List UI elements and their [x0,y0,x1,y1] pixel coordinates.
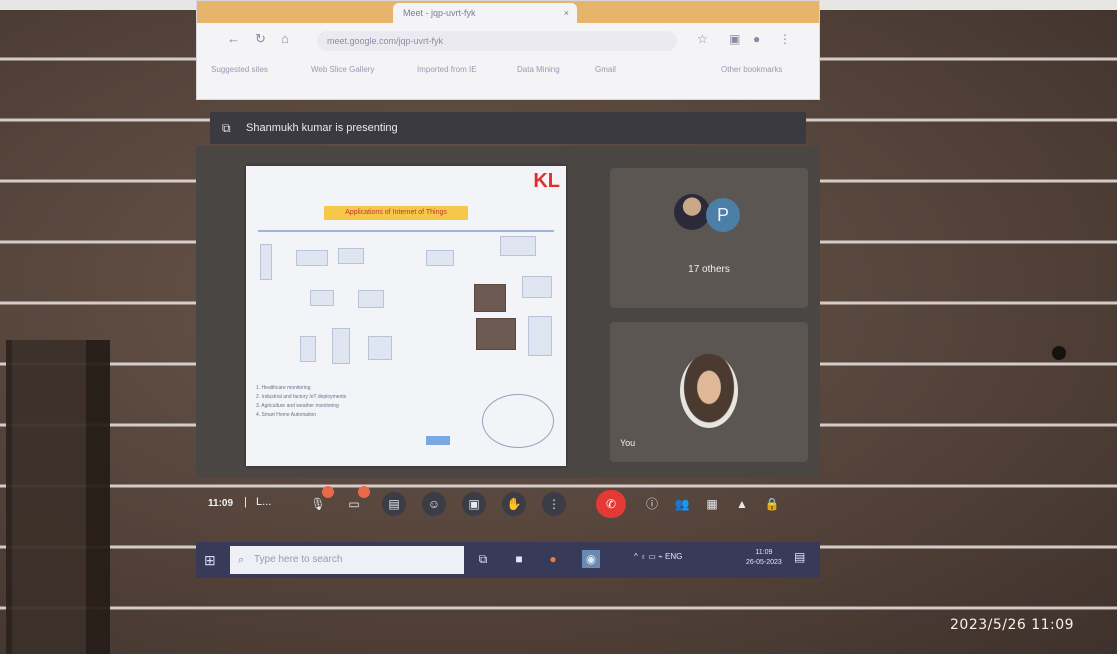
bullet-item: 1. Healthcare monitoring [256,385,311,391]
diagram-laptop [368,336,392,360]
avatar-letter: P [706,198,740,232]
self-label: You [620,438,636,448]
bookmarks-bar: Suggested sites Web Slice Gallery Import… [211,65,811,83]
slide-oval [482,394,554,448]
windows-start-icon[interactable]: ⊞ [204,552,220,568]
diagram-board [358,290,384,308]
meeting-clock: 11:09 [208,498,234,509]
cabinet [6,340,110,654]
diagram-device [260,244,272,280]
activities-icon[interactable]: ▲ [730,492,754,516]
profile-icon[interactable]: ● [753,32,760,46]
diagram-monitor [476,318,516,350]
self-tile[interactable]: You [610,322,808,462]
refresh-icon[interactable]: ↻ [255,31,266,47]
raise-hand-icon[interactable]: ✋ [502,492,526,516]
presentation-icon: ⧉ [222,121,231,135]
bookmark-item[interactable]: Data Mining [517,65,560,74]
participants-tile[interactable]: P 17 others [610,168,808,308]
bullet-item: 3. Agriculture and weather monitoring [256,403,339,409]
alert-badge [322,486,334,498]
avatar [674,194,710,230]
browser-window: Meet - jqp-uvrt-fyk × ← ↻ ⌂ meet.google.… [196,0,820,100]
back-icon[interactable]: ← [227,31,240,46]
alert-badge [358,486,370,498]
photo-timestamp: 2023/5/26 11:09 [950,617,1075,633]
notification-icon[interactable]: ▤ [794,550,805,564]
bullet-item: 4. Smart Home Automation [256,412,317,418]
present-button[interactable]: ▣ [462,492,486,516]
diagram-sensor [500,236,536,256]
slide-title: Applications of Internet of Things [324,206,468,220]
diagram-chart [522,276,552,298]
slide-bullets: 1. Healthcare monitoring 2. Industrial a… [256,384,456,420]
captions-button[interactable]: ▤ [382,492,406,516]
taskbar-search-input[interactable]: ⌕ Type here to search [230,546,464,574]
chrome-icon[interactable]: ◉ [582,550,600,568]
home-icon[interactable]: ⌂ [281,31,289,46]
bookmark-item[interactable]: Gmail [595,65,616,74]
windows-taskbar: ⊞ ⌕ Type here to search ⧉ ■ ● ◉ ^ ♁ ▭ ⌁ … [196,542,820,578]
meeting-code: L... [256,496,272,508]
tab-meet[interactable]: Meet - jqp-uvrt-fyk × [393,3,577,23]
taskbar-date: 26-05-2023 [746,559,782,566]
task-view-icon[interactable]: ⧉ [474,550,492,568]
tab-title: Meet - jqp-uvrt-fyk [403,8,476,18]
diagram-photo [474,284,506,312]
meeting-stage: KL Applications of Internet of Things 1.… [196,146,820,478]
diagram-unit [332,328,350,364]
diagram-module [338,248,364,264]
camera-off-button[interactable]: ▭ [342,486,370,516]
diagram-module [296,250,328,266]
diagram-module [426,250,454,266]
diagram-panel [528,316,552,356]
taskbar-clock[interactable]: 11:09 26-05-2023 [746,548,782,568]
leave-call-button[interactable]: ✆ [596,490,626,518]
presenting-banner: ⧉ Shanmukh kumar is presenting [210,112,806,144]
diagram-phone [300,336,316,362]
host-controls-icon[interactable]: 🔒 [760,492,784,516]
camera-icon[interactable]: ▣ [729,32,740,46]
extension-icon[interactable]: ☆ [697,32,708,46]
bookmark-item[interactable]: Suggested sites [211,65,268,74]
bullet-item: 2. Industrial and factory IoT deployment… [256,394,347,400]
emoji-button[interactable]: ☺ [422,492,446,516]
others-count: 17 others [688,264,730,275]
separator: | [244,496,247,508]
self-avatar [680,354,738,428]
url-field[interactable]: meet.google.com/jqp-uvrt-fyk [317,31,677,51]
tab-strip: Meet - jqp-uvrt-fyk × [197,1,819,23]
menu-icon[interactable]: ⋮ [779,32,791,46]
slide-button [426,436,450,445]
diagram-board [310,290,334,306]
search-icon: ⌕ [238,554,245,566]
taskbar-time: 11:09 [755,549,773,556]
meeting-controls: 11:09 | L... 🎙 ▭ ▤ ☺ ▣ ✋ ⋮ ✆ ⓘ 👥 ▦ ▲ 🔒 [196,478,820,534]
system-tray[interactable]: ^ ♁ ▭ ⌁ ENG [634,552,682,561]
mic-off-button[interactable]: 🎙 [306,486,334,516]
kl-logo: KL [533,170,560,192]
info-icon[interactable]: ⓘ [640,492,664,516]
bookmark-item[interactable]: Web Slice Gallery [311,65,374,74]
slide-divider [258,230,554,232]
shared-slide[interactable]: KL Applications of Internet of Things 1.… [246,166,566,466]
wall-knob [1052,346,1066,360]
people-icon[interactable]: 👥 [670,492,694,516]
language-indicator: ENG [665,552,683,561]
bookmark-item[interactable]: Other bookmarks [721,65,782,74]
search-placeholder: Type here to search [254,554,343,565]
tab-close-icon[interactable]: × [564,3,569,23]
firefox-icon[interactable]: ● [544,550,562,568]
bookmark-item[interactable]: Imported from IE [417,65,477,74]
chat-icon[interactable]: ▦ [700,492,724,516]
more-options-icon[interactable]: ⋮ [542,492,566,516]
projected-screen: Meet - jqp-uvrt-fyk × ← ↻ ⌂ meet.google.… [196,0,822,590]
address-bar: ← ↻ ⌂ meet.google.com/jqp-uvrt-fyk ☆ ▣ ●… [197,27,819,55]
store-icon[interactable]: ■ [510,550,528,568]
presenting-text: Shanmukh kumar is presenting [246,122,398,134]
